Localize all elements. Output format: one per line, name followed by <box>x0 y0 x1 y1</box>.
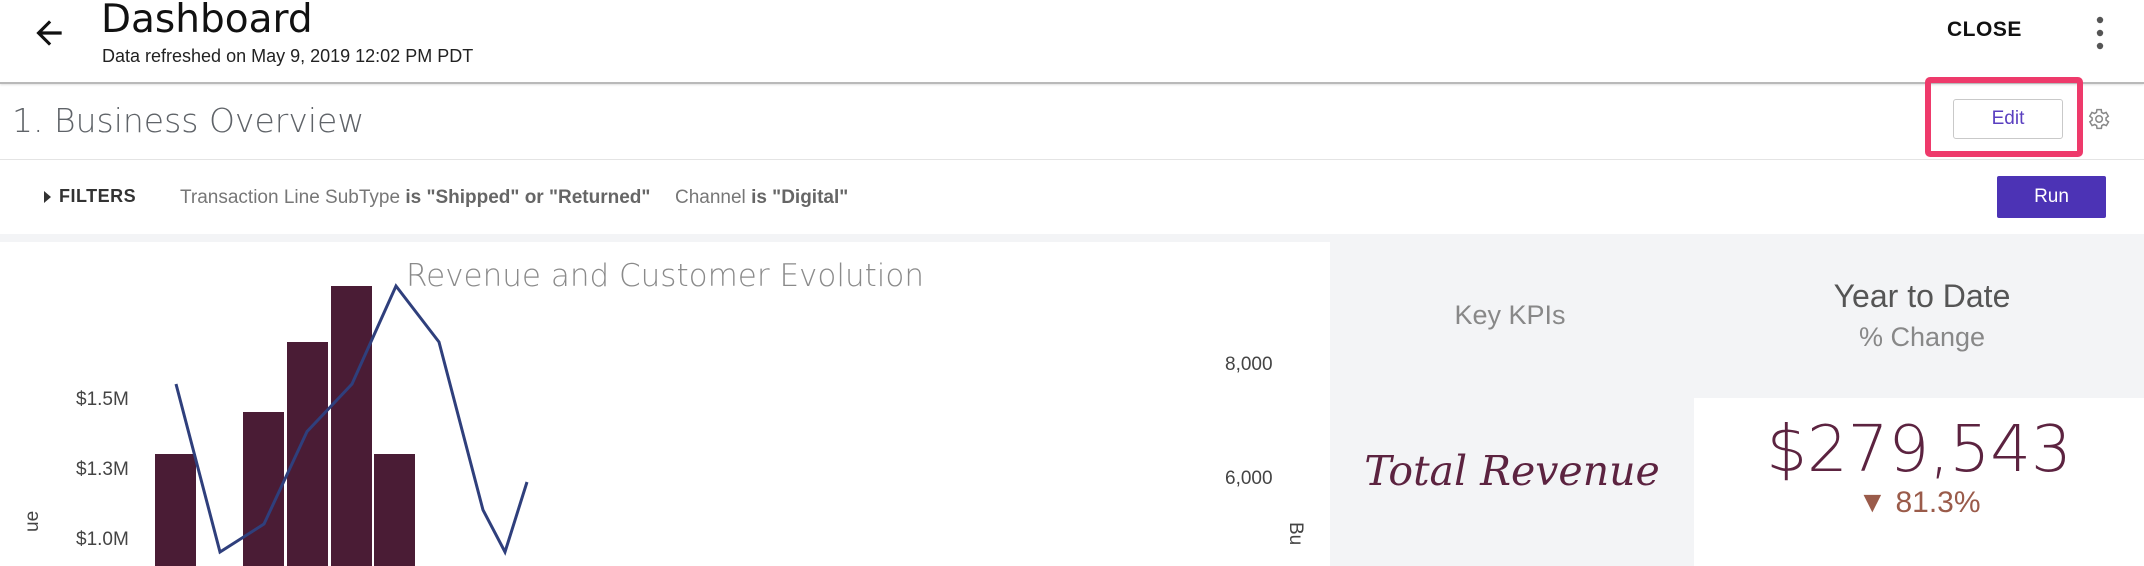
back-arrow-icon[interactable] <box>30 14 68 52</box>
filters-label: FILTERS <box>59 186 137 206</box>
kpi-ytd-heading: Year to Date <box>1833 278 2011 314</box>
divider <box>0 159 2144 160</box>
chart-bar <box>374 454 415 566</box>
tile-gutter <box>0 234 2144 242</box>
kpi-ytd-subheading: % Change <box>1858 322 1986 352</box>
kpi-value: $279,543 <box>1766 413 2072 487</box>
kpi-change: ▼ 81.3% <box>1857 486 1981 519</box>
left-axis-label: ue <box>22 511 43 532</box>
top-app-bar <box>0 0 2144 84</box>
left-axis-tick: $1.3M <box>76 459 129 480</box>
page-title: Dashboard <box>101 0 313 42</box>
more-options-icon[interactable] <box>2090 14 2110 52</box>
left-axis-tick: $1.5M <box>76 389 129 410</box>
caret-right-icon <box>44 190 51 203</box>
chart-bar <box>331 286 372 566</box>
gear-icon[interactable] <box>2085 106 2111 132</box>
chart-bar <box>243 412 284 566</box>
edit-button[interactable]: Edit <box>1953 99 2063 139</box>
run-button[interactable]: Run <box>1997 176 2106 218</box>
filter-condition: is "Digital" <box>751 187 849 208</box>
chart-bar <box>155 454 196 566</box>
chart-bar <box>287 342 328 566</box>
refresh-timestamp: Data refreshed on May 9, 2019 12:02 PM P… <box>102 46 474 66</box>
right-axis-tick: 8,000 <box>1225 354 1273 375</box>
right-axis-tick: 6,000 <box>1225 468 1273 489</box>
filter-condition: is "Shipped" or "Returned" <box>405 187 651 208</box>
filter-field: Transaction Line SubType <box>180 187 401 208</box>
filter-field: Channel <box>675 187 746 208</box>
filters-toggle[interactable]: FILTERS <box>44 186 136 207</box>
revenue-customer-chart: $1.5M $1.3M $1.0M 8,000 6,000 ue Bu <box>22 283 1306 566</box>
kpi-label: Total Revenue <box>1364 447 1660 495</box>
kpi-key-heading: Key KPIs <box>1454 300 1566 330</box>
close-button[interactable]: CLOSE <box>1947 18 2022 42</box>
right-axis-label: Bu <box>1285 522 1306 545</box>
filter-chip-subtype[interactable]: Transaction Line SubType is "Shipped" or… <box>180 187 650 209</box>
left-axis-tick: $1.0M <box>76 529 129 550</box>
dashboard-section-title: 1. Business Overview <box>12 101 365 140</box>
filter-chip-channel[interactable]: Channel is "Digital" <box>675 187 848 209</box>
